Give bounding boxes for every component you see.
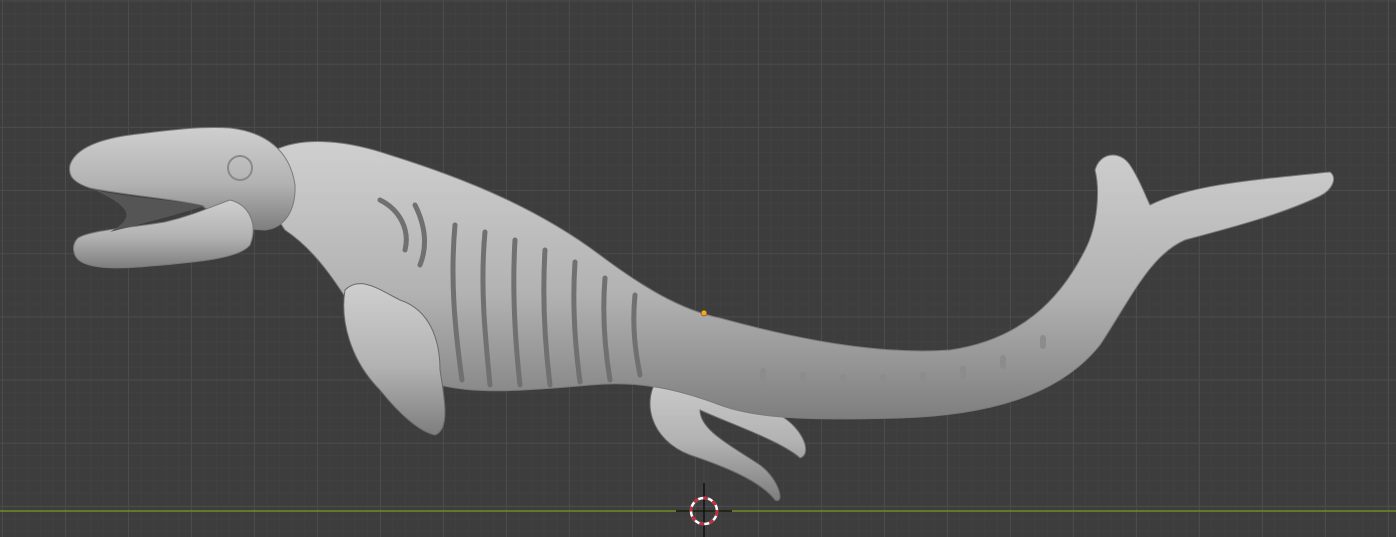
3d-cursor-icon[interactable] <box>676 483 732 537</box>
3d-viewport[interactable] <box>0 0 1396 537</box>
object-origin-point[interactable] <box>700 309 708 317</box>
viewport-scene <box>0 0 1396 537</box>
skull <box>69 126 296 231</box>
